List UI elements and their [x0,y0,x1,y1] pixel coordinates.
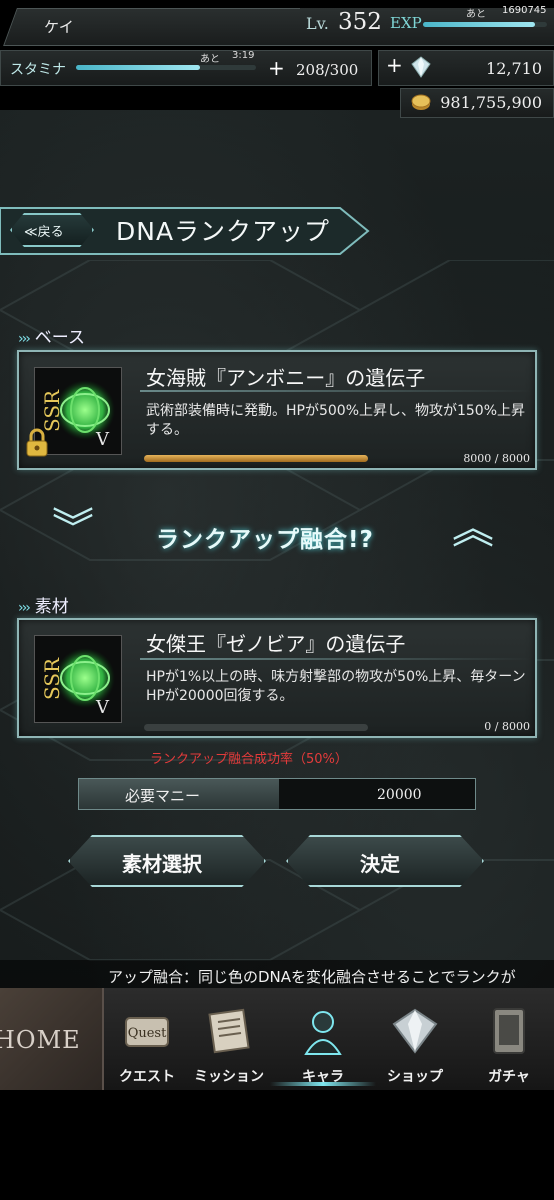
nav-gacha[interactable]: ガチャ [466,1000,552,1090]
chevron-up-icon: ︽ [452,504,495,553]
page-title: DNAランクアップ [116,217,331,246]
required-money-row: 必要マニー 20000 [78,778,476,810]
base-dna-description: 武術部装備時に発動。HPが500%上昇し、物攻が150%上昇する。 [146,403,526,438]
level-label: Lv. [306,14,329,33]
exp-remaining-label: あと [466,9,486,20]
nav-gacha-label: ガチャ [488,1069,530,1085]
exp-remaining: 1690745 [502,5,547,16]
material-rarity-badge: SSR [40,657,64,700]
stamina-timer: 3:19 [232,50,255,61]
mission-icon [208,1008,250,1054]
fusion-banner: ランクアップ融合!? [156,527,374,553]
character-icon [304,1011,342,1055]
stamina-label: スタミナ [10,62,66,78]
base-exp-fill [144,455,368,462]
material-section-label: ››› 素材 [18,592,69,617]
money-count: 981,755,900 [440,93,542,112]
base-rank: V [96,429,109,450]
required-money-value: 20000 [377,787,422,803]
nav-mission[interactable]: ミッション [186,1000,272,1090]
add-gem-button[interactable]: + [386,53,403,77]
base-section-label: ››› ベース [18,323,85,348]
base-dna-name: 女海賊『アンボニー』の遺伝子 [146,366,426,390]
section-arrow-icon: ››› [18,331,31,347]
material-exp-bar [144,724,368,731]
nav-shop-label: ショップ [387,1069,443,1085]
chevron-down-icon: ︾ [52,504,95,553]
coin-icon [411,94,431,110]
gem-icon [411,56,431,78]
base-exp-count: 8000 / 8000 [463,452,530,465]
add-stamina-button[interactable]: + [268,56,285,80]
player-name: ケイ [44,18,74,36]
material-dna-name: 女傑王『ゼノビア』の遺伝子 [146,632,406,656]
material-dna-description: HPが1%以上の時、味方射撃部の物攻が50%上昇、毎ターンHPが20000回復す… [146,669,526,704]
stamina-progress-fill [76,65,201,70]
material-exp-count: 0 / 8000 [484,720,530,733]
tip-ticker-text: アップ融合：同じ色のDNAを変化融合させることでランクが [108,968,516,986]
nav-quest[interactable]: Quest クエスト [104,1000,190,1090]
exp-label: EXP [390,14,422,32]
stamina-timer-label: あと [200,54,220,65]
required-money-label: 必要マニー [125,787,201,805]
quest-icon: Quest [125,1017,169,1047]
nav-character[interactable]: キャラ [280,1000,366,1090]
base-exp-bar [144,455,368,462]
required-money-label-box: 必要マニー [79,779,279,809]
nav-mission-label: ミッション [194,1069,264,1085]
base-rarity-badge: SSR [40,389,64,432]
confirm-label: 決定 [360,852,400,876]
exp-progress-fill [423,22,535,27]
nav-quest-label: クエスト [119,1069,175,1085]
section-arrow-icon: ››› [18,600,31,616]
back-button-label: ≪戻る [24,225,64,240]
material-name-underline [140,658,532,660]
gacha-icon [493,1008,525,1054]
lock-icon [26,428,48,457]
base-section-text: ベース [34,328,85,348]
material-rank: V [96,697,109,718]
success-rate: ランクアップ融合成功率（50%） [150,752,348,767]
svg-text:Quest: Quest [128,1026,167,1041]
home-label: HOME [0,1026,81,1054]
level-value: 352 [338,9,382,35]
nav-shop[interactable]: ショップ [372,1000,458,1090]
nav-active-indicator [270,1082,376,1086]
shop-icon [392,1008,438,1054]
base-name-underline [140,390,532,392]
dna-rankup-screen [0,110,554,1090]
stamina-value: 208/300 [296,61,359,79]
select-material-label: 素材選択 [122,852,202,876]
exp-progress-bar [423,22,547,27]
gem-count: 12,710 [486,59,542,78]
material-section-text: 素材 [34,597,69,617]
stamina-progress-bar [76,65,256,70]
